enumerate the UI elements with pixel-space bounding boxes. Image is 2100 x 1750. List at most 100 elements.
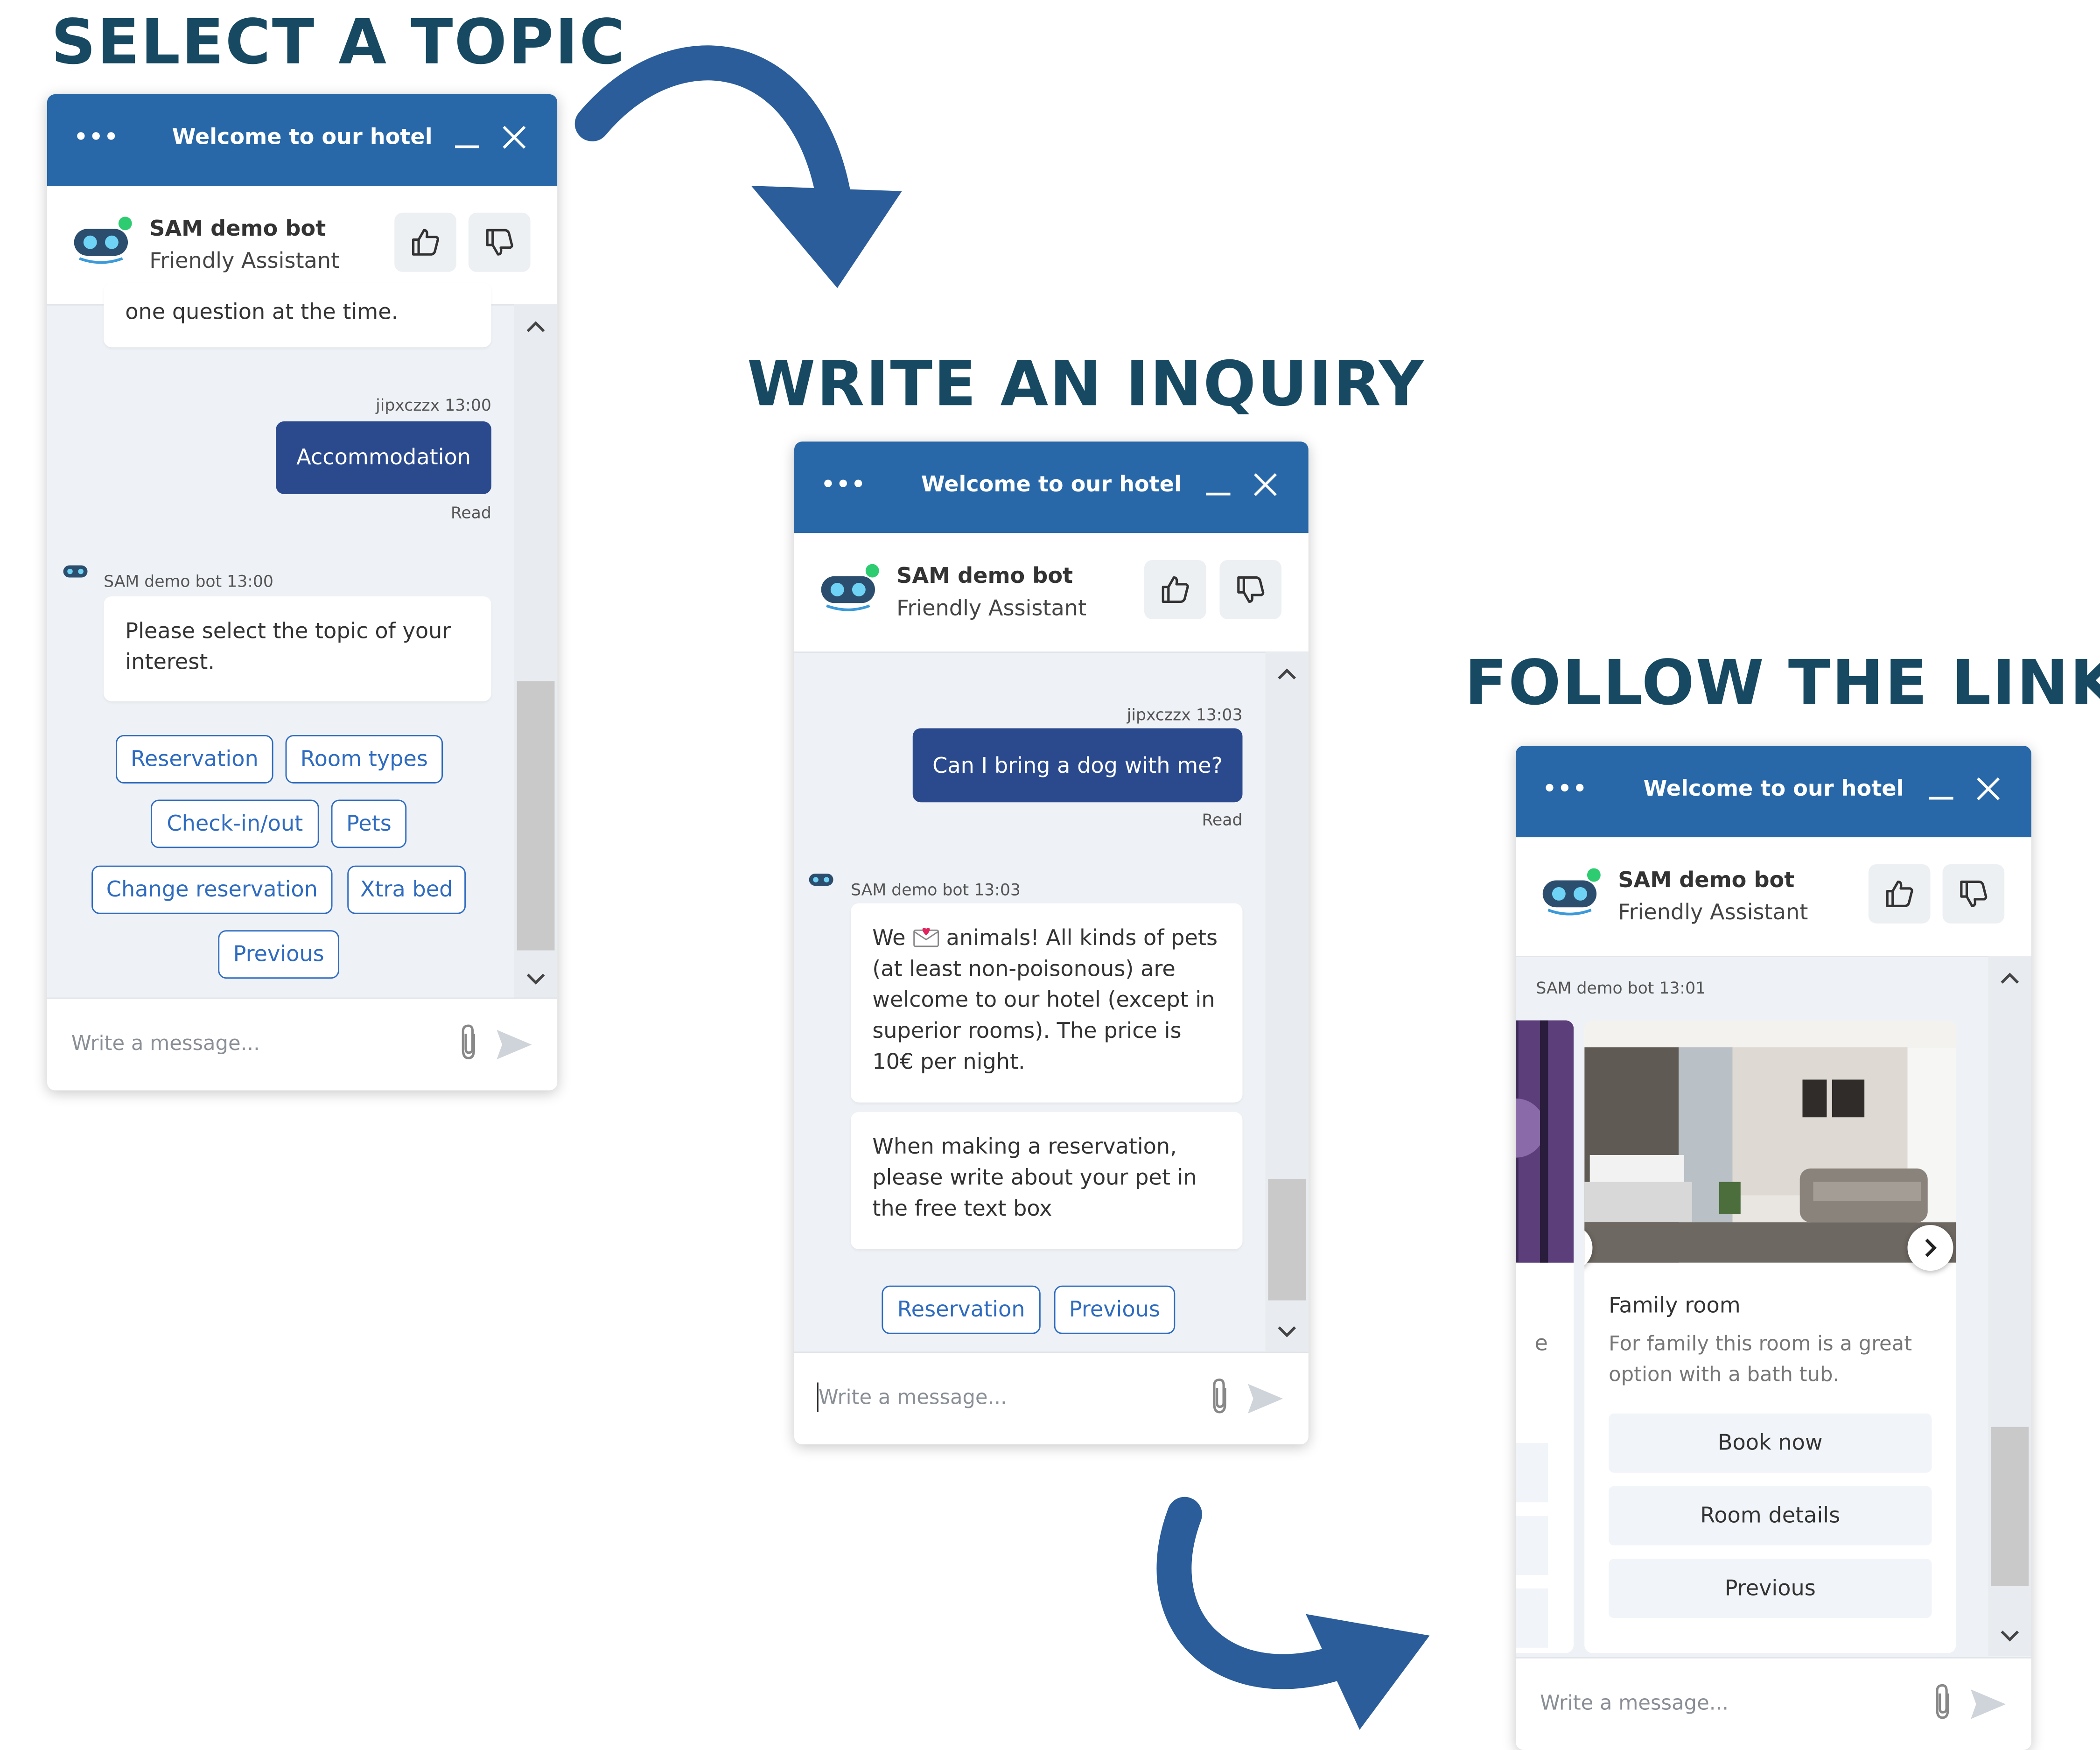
carousel-card-previous: e	[1516, 1020, 1574, 1653]
thumbs-down-icon	[1960, 880, 1988, 907]
bot-message: Please select the topic of your interest…	[104, 596, 491, 701]
bot-avatar-icon	[1542, 868, 1601, 916]
message-input-bar: Write a message...	[1516, 1657, 2031, 1750]
bot-info-bar: SAM demo bot Friendly Assistant	[794, 533, 1309, 653]
close-icon[interactable]	[501, 124, 528, 151]
paperclip-icon[interactable]	[1932, 1683, 1953, 1721]
quick-reply-previous[interactable]: Previous	[1054, 1285, 1176, 1334]
read-receipt: Read	[1202, 810, 1243, 829]
chat-widget-select-topic: ••• Welcome to our hotel SAM demo bot Fr…	[47, 94, 558, 1091]
chevron-down-icon[interactable]	[1999, 1629, 2021, 1642]
chat-title: Welcome to our hotel	[1643, 775, 1904, 801]
chevron-up-icon[interactable]	[1276, 668, 1298, 681]
user-message: Can I bring a dog with me?	[912, 728, 1243, 803]
message-input[interactable]: Write a message...	[71, 1031, 260, 1056]
carousel-card-family-room: Family room For family this room is a gr…	[1584, 1020, 1956, 1653]
chat-header: ••• Welcome to our hotel	[47, 94, 558, 186]
chevron-down-icon[interactable]	[525, 972, 546, 986]
bot-message-meta: SAM demo bot 13:00	[104, 572, 273, 591]
previous-button[interactable]: Previous	[1609, 1559, 1932, 1618]
bot-avatar-icon	[74, 217, 132, 264]
chat-widget-follow-links: ••• Welcome to our hotel SAM demo bot Fr…	[1516, 746, 2031, 1750]
read-receipt: Read	[450, 503, 491, 523]
quick-reply-check-in-out[interactable]: Check-in/out	[151, 799, 319, 848]
bot-subtitle: Friendly Assistant	[1618, 899, 1808, 925]
bot-avatar-icon	[821, 564, 879, 611]
card-title: Family room	[1609, 1292, 1741, 1318]
bot-name: SAM demo bot	[149, 215, 326, 241]
minimize-icon[interactable]	[455, 145, 479, 148]
message-input-bar: Write a message...	[794, 1351, 1309, 1445]
minimize-icon[interactable]	[1929, 797, 1953, 800]
bot-message-meta: SAM demo bot 13:03	[851, 880, 1021, 899]
thumbs-down-button[interactable]	[1219, 560, 1282, 619]
chevron-down-icon[interactable]	[1276, 1324, 1298, 1338]
quick-reply-pets[interactable]: Pets	[331, 799, 407, 848]
quick-reply-change-reservation[interactable]: Change reservation	[91, 865, 333, 914]
close-icon[interactable]	[1252, 471, 1279, 498]
curved-arrow-icon	[1156, 1497, 1430, 1730]
scrollbar-thumb[interactable]	[1991, 1427, 2029, 1586]
room-photo-image	[1516, 1020, 1574, 1263]
bot-message-meta: SAM demo bot 13:01	[1536, 979, 1706, 998]
bot-name: SAM demo bot	[1618, 867, 1795, 893]
thumbs-up-button[interactable]	[394, 212, 456, 272]
send-icon[interactable]	[1246, 1382, 1284, 1414]
partial-bot-message: one question at the time.	[104, 282, 491, 348]
quick-reply-reservation[interactable]: Reservation	[882, 1285, 1041, 1334]
scrollbar[interactable]	[514, 304, 558, 999]
curved-arrow-icon	[574, 45, 902, 288]
quick-reply-previous[interactable]: Previous	[218, 930, 339, 979]
card-fragment: e	[1534, 1330, 1548, 1356]
scrollbar-thumb[interactable]	[517, 681, 555, 951]
thumbs-up-button[interactable]	[1868, 864, 1931, 924]
thumbs-up-button[interactable]	[1144, 560, 1206, 619]
heading-write-inquiry: WRITE AN INQUIRY	[747, 347, 1425, 420]
carousel-next-button[interactable]	[1907, 1225, 1953, 1271]
quick-reply-xtra-bed[interactable]: Xtra bed	[347, 865, 466, 914]
room-details-button[interactable]: Room details	[1609, 1486, 1932, 1546]
card-button-fragment	[1516, 1516, 1548, 1575]
heading-follow-links: FOLLOW THE LINKS	[1464, 646, 2100, 719]
chat-title: Welcome to our hotel	[921, 471, 1182, 497]
bot-message: When making a reservation, please write …	[851, 1112, 1243, 1249]
thumbs-up-icon	[1886, 880, 1913, 907]
scrollbar-thumb[interactable]	[1268, 1179, 1306, 1301]
user-message-meta: jipxczzx 13:00	[376, 396, 491, 415]
paperclip-icon[interactable]	[458, 1023, 479, 1061]
bot-message: We animals! All kinds of pets (at least …	[851, 903, 1243, 1103]
chat-header: ••• Welcome to our hotel	[794, 441, 1309, 533]
thumbs-down-icon	[1237, 576, 1265, 603]
chevron-up-icon[interactable]	[1999, 972, 2021, 986]
message-input[interactable]: Write a message...	[819, 1385, 1007, 1409]
quick-reply-reservation[interactable]: Reservation	[116, 735, 273, 784]
stage: SELECT A TOPIC WRITE AN INQUIRY FOLLOW T…	[0, 0, 2100, 1750]
book-now-button[interactable]: Book now	[1609, 1413, 1932, 1473]
heading-select-topic: SELECT A TOPIC	[51, 5, 626, 78]
thumbs-up-icon	[412, 229, 440, 256]
chevron-up-icon[interactable]	[525, 321, 546, 334]
minimize-icon[interactable]	[1206, 492, 1231, 496]
bot-avatar-icon	[809, 874, 833, 886]
bot-subtitle: Friendly Assistant	[896, 595, 1087, 621]
message-input[interactable]: Write a message...	[1540, 1691, 1729, 1715]
family-room-photo-image	[1584, 1020, 1956, 1263]
quick-reply-room-types[interactable]: Room types	[285, 735, 443, 784]
card-button-fragment	[1516, 1443, 1548, 1503]
bot-subtitle: Friendly Assistant	[149, 247, 340, 273]
paperclip-icon[interactable]	[1209, 1377, 1230, 1415]
message-input-bar: Write a message...	[47, 997, 558, 1091]
card-button-fragment	[1516, 1588, 1548, 1648]
bot-message-prefix: We	[872, 924, 906, 951]
thumbs-down-button[interactable]	[468, 212, 531, 272]
close-icon[interactable]	[1975, 776, 2002, 803]
chevron-right-icon	[1925, 1239, 1937, 1257]
send-icon[interactable]	[496, 1029, 533, 1061]
send-icon[interactable]	[1969, 1688, 2007, 1720]
love-letter-icon	[913, 928, 939, 947]
scrollbar[interactable]	[1265, 651, 1309, 1352]
scrollbar[interactable]	[1988, 956, 2031, 1656]
chat-title: Welcome to our hotel	[172, 124, 433, 150]
thumbs-down-button[interactable]	[1942, 864, 2005, 924]
thumbs-down-icon	[486, 229, 513, 256]
